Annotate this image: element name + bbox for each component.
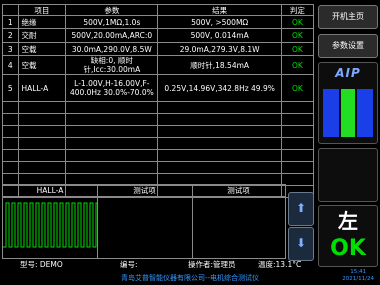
- row-verdict: OK: [280, 42, 315, 56]
- empty-row: [2, 161, 315, 174]
- row-result: 顺时针,18.54mA: [157, 55, 282, 75]
- row-param: 500V,20.00mA,ARC:0: [65, 28, 159, 43]
- row-result: 500V, >500MΩ: [157, 15, 282, 29]
- blank-display-box: [318, 148, 378, 202]
- col-header-verdict: 判定: [280, 4, 315, 16]
- row-index: 4: [2, 55, 19, 75]
- row-item: 空载: [17, 42, 67, 56]
- table-row[interactable]: 4 空载 缺相:0, 顺时针,Icc:30.00mA 顺时针,18.54mA O…: [2, 55, 315, 75]
- wave-col2-header: 测试项: [97, 185, 193, 196]
- company-name: 青岛艾普智能仪器有限公司--电机综合测试仪: [120, 274, 260, 282]
- status-indicator-box: AIP: [318, 62, 378, 144]
- row-verdict: OK: [280, 55, 315, 75]
- row-item: HALL-A: [17, 74, 67, 102]
- row-verdict: OK: [280, 15, 315, 29]
- results-table: 项目 参数 结果 判定 1 绝缘 500V,1MΩ,1.0s 500V, >50…: [2, 4, 315, 198]
- row-param: 30.0mA,290.0V,8.5W: [65, 42, 159, 56]
- aip-logo: AIP: [335, 66, 361, 80]
- waveform-graph: [3, 202, 100, 248]
- table-row[interactable]: 2 交耐 500V,20.00mA,ARC:0 500V, 0.014mA OK: [2, 28, 315, 43]
- empty-row: [2, 101, 315, 114]
- table-header-row: 项目 参数 结果 判定: [2, 4, 315, 16]
- row-verdict: OK: [280, 28, 315, 43]
- waveform-panel: HALL-A 测试项 测试项: [2, 184, 286, 259]
- col-header-result: 结果: [157, 4, 282, 16]
- test-screen: 项目 参数 结果 判定 1 绝缘 500V,1MΩ,1.0s 500V, >50…: [0, 0, 316, 270]
- status-bar: 型号: DEMO 编号: 操作者:管理员 温度:13.1°C: [2, 260, 314, 270]
- table-row[interactable]: 1 绝缘 500V,1MΩ,1.0s 500V, >500MΩ OK: [2, 15, 315, 29]
- row-param: L-1.00V,H-16.00V,F-400.0Hz 30.0%-70.0%: [65, 74, 159, 102]
- col-header-item: 项目: [17, 4, 67, 16]
- row-item: 空载: [17, 55, 67, 75]
- hall-waveform: [3, 196, 100, 259]
- wave-slot-2: [97, 196, 193, 259]
- scroll-down-button[interactable]: ⬇: [288, 227, 314, 261]
- empty-row: [2, 149, 315, 162]
- indicator-bar-green: [341, 89, 355, 137]
- side-panel: 开机主页 参数设置 AIP 左 OK: [318, 0, 380, 270]
- row-index: 3: [2, 42, 19, 56]
- clock: 15:41 2021/11/24: [342, 269, 374, 283]
- col-header-param: 参数: [65, 4, 159, 16]
- row-result: 0.25V,14.96V,342.8Hz 49.9%: [157, 74, 282, 102]
- model-label: 型号: DEMO: [20, 260, 63, 269]
- overall-ok-label: OK: [330, 236, 366, 261]
- arrow-down-icon: ⬇: [295, 236, 307, 250]
- settings-button[interactable]: 参数设置: [318, 34, 378, 58]
- indicator-bar-blue: [323, 89, 339, 137]
- row-result: 29.0mA,279.3V,8.1W: [157, 42, 282, 56]
- table-row[interactable]: 5 HALL-A L-1.00V,H-16.00V,F-400.0Hz 30.0…: [2, 74, 315, 102]
- row-item: 交耐: [17, 28, 67, 43]
- temperature-label: 温度:13.1°C: [258, 260, 302, 269]
- empty-row: [2, 113, 315, 126]
- row-result: 500V, 0.014mA: [157, 28, 282, 43]
- direction-label: 左: [338, 209, 358, 233]
- empty-row: [2, 137, 315, 150]
- row-item: 绝缘: [17, 15, 67, 29]
- clock-time: 15:41: [350, 269, 367, 275]
- wave-slot-3: [192, 196, 285, 259]
- row-param: 缺相:0, 顺时针,Icc:30.00mA: [65, 55, 159, 75]
- arrow-up-icon: ⬆: [295, 201, 307, 215]
- start-page-button[interactable]: 开机主页: [318, 5, 378, 29]
- clock-date: 2021/11/24: [342, 276, 374, 282]
- indicator-bar-blue-2: [357, 89, 373, 137]
- table-row[interactable]: 3 空载 30.0mA,290.0V,8.5W 29.0mA,279.3V,8.…: [2, 42, 315, 56]
- row-index: 2: [2, 28, 19, 43]
- result-display: 左 OK: [318, 205, 378, 267]
- col-header-index: [2, 4, 19, 16]
- row-index: 5: [2, 74, 19, 102]
- wave-title: HALL-A: [3, 185, 98, 196]
- operator-label: 操作者:管理员: [188, 260, 236, 269]
- row-verdict: OK: [280, 74, 315, 102]
- row-param: 500V,1MΩ,1.0s: [65, 15, 159, 29]
- scroll-up-button[interactable]: ⬆: [288, 192, 314, 226]
- row-index: 1: [2, 15, 19, 29]
- serial-label: 编号:: [120, 260, 138, 269]
- wave-col3-header: 测试项: [227, 186, 250, 195]
- footer-bar: 青岛艾普智能仪器有限公司--电机综合测试仪 15:41 2021/11/24: [0, 269, 380, 285]
- empty-row: [2, 125, 315, 138]
